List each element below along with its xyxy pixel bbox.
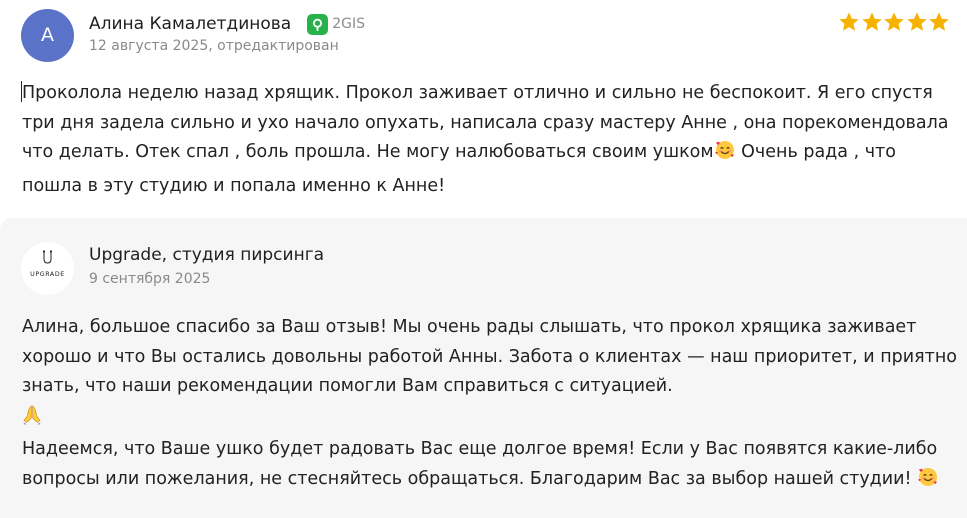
review-date: 12 августа 2025, отредактирован	[89, 38, 339, 54]
logo-wordmark: UPGRADE	[30, 271, 65, 278]
star-icon	[884, 12, 904, 31]
2gis-icon	[307, 13, 329, 35]
star-icon	[839, 12, 859, 31]
business-logo[interactable]: UPGRADE	[21, 242, 74, 295]
folded-hands-emoji	[22, 403, 42, 436]
business-name[interactable]: Upgrade, студия пирсинга	[89, 245, 324, 265]
rating-stars	[838, 11, 951, 33]
source-label: 2GIS	[332, 16, 365, 32]
author-row: Алина Камалетдинова 2GIS	[89, 12, 365, 36]
smiling-face-with-hearts-emoji	[917, 466, 939, 499]
review-text: Проколола неделю назад хрящик. Прокол за…	[22, 79, 957, 201]
star-icon	[906, 12, 927, 31]
customer-review: А Алина Камалетдинова 2GIS 12 августа 20…	[0, 0, 967, 218]
review-card: А Алина Камалетдинова 2GIS 12 августа 20…	[0, 0, 967, 518]
business-reply: UPGRADE Upgrade, студия пирсинга 9 сентя…	[0, 218, 967, 518]
star-icon	[929, 12, 949, 31]
reply-text: Алина, большое спасибо за Ваш отзыв! Мы …	[22, 313, 962, 498]
smiling-face-with-hearts-emoji	[714, 139, 736, 172]
reply-paragraph-1: Алина, большое спасибо за Ваш отзыв! Мы …	[22, 317, 957, 396]
reply-date: 9 сентября 2025	[89, 271, 211, 287]
author-name[interactable]: Алина Камалетдинова	[89, 14, 291, 34]
reply-paragraph-2: Надеемся, что Ваше ушко будет радовать В…	[22, 439, 938, 489]
star-icon	[861, 12, 882, 31]
avatar[interactable]: А	[21, 9, 74, 62]
horseshoe-ring-icon	[42, 250, 53, 264]
review-source: 2GIS	[307, 13, 365, 35]
